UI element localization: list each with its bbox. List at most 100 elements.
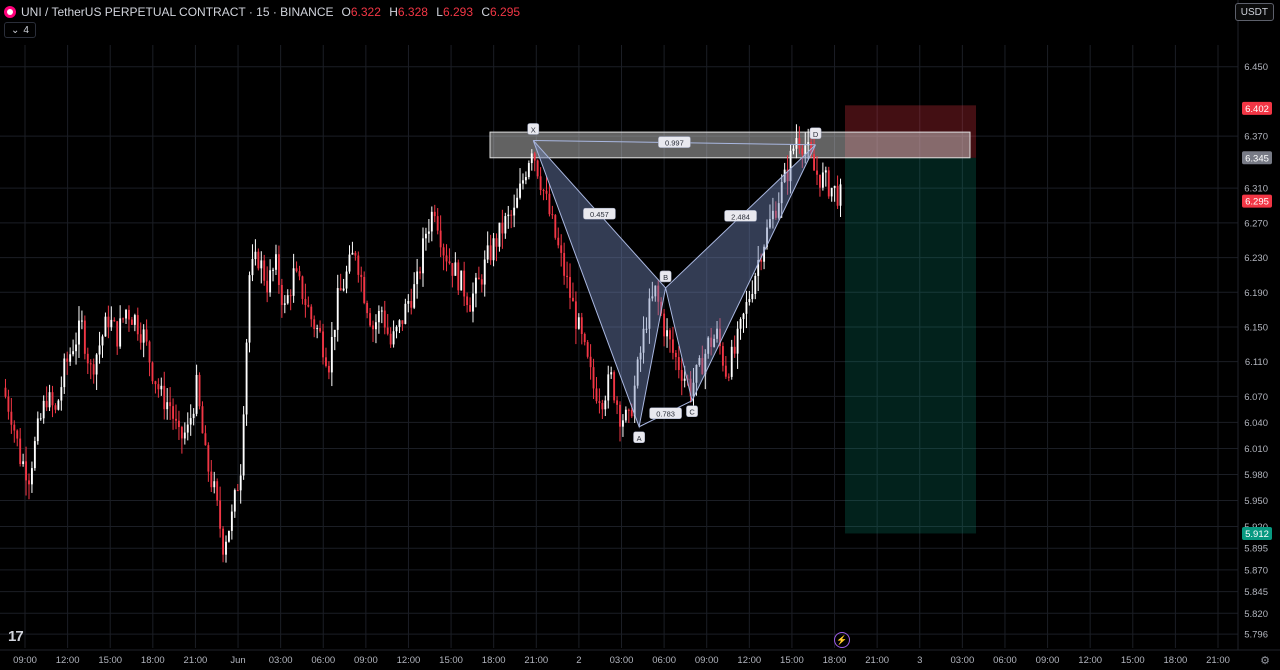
- symbol-title[interactable]: UNI / TetherUS PERPETUAL CONTRACT · 15 ·…: [21, 5, 334, 19]
- candle-body: [375, 322, 377, 330]
- tradingview-logo[interactable]: 17: [8, 628, 24, 645]
- candle-body: [604, 400, 607, 410]
- candle-body: [351, 252, 354, 255]
- candle-body: [319, 328, 322, 332]
- candle-body: [342, 288, 345, 291]
- candle-body: [363, 276, 366, 303]
- candle-body: [163, 385, 166, 410]
- candle-body: [254, 251, 257, 260]
- candle-body: [216, 481, 219, 501]
- candle-body: [372, 325, 374, 330]
- candle-body: [75, 344, 77, 352]
- x-tick-label: 09:00: [695, 655, 719, 666]
- candle-body: [627, 409, 630, 411]
- y-tick-label: 5.796: [1244, 630, 1268, 641]
- y-tick-label: 6.370: [1244, 132, 1268, 143]
- candle-body: [304, 298, 307, 305]
- candle-body: [130, 319, 133, 325]
- candle-body: [210, 471, 213, 488]
- x-tick-label: 18:00: [141, 655, 165, 666]
- candle-body: [116, 321, 119, 347]
- candle-body: [754, 275, 757, 294]
- x-tick-label: 06:00: [993, 655, 1017, 666]
- candle-body: [80, 320, 83, 322]
- candle-body: [580, 317, 583, 334]
- candle-body: [83, 320, 86, 354]
- candle-body: [133, 315, 136, 325]
- y-tick-label: 5.845: [1244, 587, 1268, 598]
- candle-body: [298, 271, 301, 277]
- low-label: L: [436, 5, 443, 19]
- high-value: 6.328: [397, 5, 428, 19]
- x-tick-label: 21:00: [865, 655, 889, 666]
- x-tick-label: 21:00: [524, 655, 548, 666]
- candle-body: [366, 302, 369, 314]
- candle-body: [422, 238, 424, 274]
- candle-body: [169, 402, 172, 407]
- candle-body: [522, 180, 524, 184]
- candle-body: [166, 402, 169, 410]
- y-tick-label: 6.110: [1245, 357, 1268, 368]
- lightning-icon[interactable]: ⚡: [834, 632, 850, 648]
- candle-body: [42, 400, 45, 419]
- candle-body: [198, 374, 201, 407]
- gear-icon[interactable]: ⚙: [1260, 654, 1270, 667]
- x-tick-label: 03:00: [950, 655, 974, 666]
- x-tick-label: 21:00: [184, 655, 208, 666]
- candle-body: [178, 420, 180, 428]
- candle-body: [51, 392, 54, 406]
- candle-body: [745, 302, 748, 314]
- candle-body: [671, 339, 674, 353]
- price-label-last: 6.295: [1245, 197, 1269, 208]
- uniswap-icon: [4, 6, 16, 18]
- x-tick-label: 2: [576, 655, 581, 666]
- candle-body: [483, 259, 486, 285]
- candle-body: [107, 316, 110, 328]
- candle-body: [78, 320, 80, 345]
- candle-body: [139, 334, 142, 343]
- price-chart[interactable]: X A B C D 0.457 0.783 2.484 0.997 6.450 6.370 6.31…: [0, 0, 1280, 670]
- candle-body: [492, 238, 495, 261]
- x-tick-label: 3: [917, 655, 922, 666]
- candle-body: [733, 346, 736, 354]
- candle-body: [489, 245, 492, 261]
- candle-body: [583, 333, 586, 343]
- candle-body: [145, 329, 148, 342]
- candle-body: [310, 306, 313, 320]
- candle-body: [727, 376, 730, 378]
- candle-body: [477, 277, 480, 280]
- candle-body: [624, 409, 627, 421]
- candle-body: [248, 275, 251, 343]
- candle-body: [392, 331, 395, 345]
- indicators-toggle-button[interactable]: ⌄ 4: [4, 22, 36, 38]
- currency-unit-button[interactable]: USDT: [1234, 3, 1274, 21]
- candle-body: [613, 372, 616, 401]
- candle-body: [322, 331, 324, 358]
- pattern-point-a: A: [637, 434, 642, 443]
- candle-body: [595, 388, 598, 402]
- candle-body: [36, 418, 39, 442]
- pattern-point-b: B: [663, 273, 668, 282]
- candle-body: [195, 374, 198, 414]
- candle-body: [592, 367, 595, 389]
- pattern-triangle-xab: [532, 140, 667, 429]
- candle-body: [204, 433, 207, 446]
- candle-body: [498, 222, 501, 247]
- candle-body: [219, 500, 222, 529]
- candle-body: [25, 461, 27, 481]
- candle-body: [339, 288, 342, 291]
- candle-body: [369, 313, 372, 326]
- candle-body: [398, 320, 401, 327]
- candle-body: [19, 438, 22, 465]
- price-label-stop: 6.402: [1245, 104, 1269, 115]
- candle-body: [407, 301, 410, 304]
- candle-body: [724, 365, 727, 377]
- candle-body: [451, 263, 454, 276]
- candle-body: [663, 313, 666, 337]
- take-profit-zone: [845, 157, 976, 534]
- x-tick-label: 03:00: [610, 655, 634, 666]
- candle-body: [560, 245, 563, 253]
- candle-body: [739, 319, 742, 329]
- candle-body: [189, 418, 192, 425]
- harmonic-pattern: X A B C D 0.457 0.783 2.484 0.997: [527, 123, 822, 444]
